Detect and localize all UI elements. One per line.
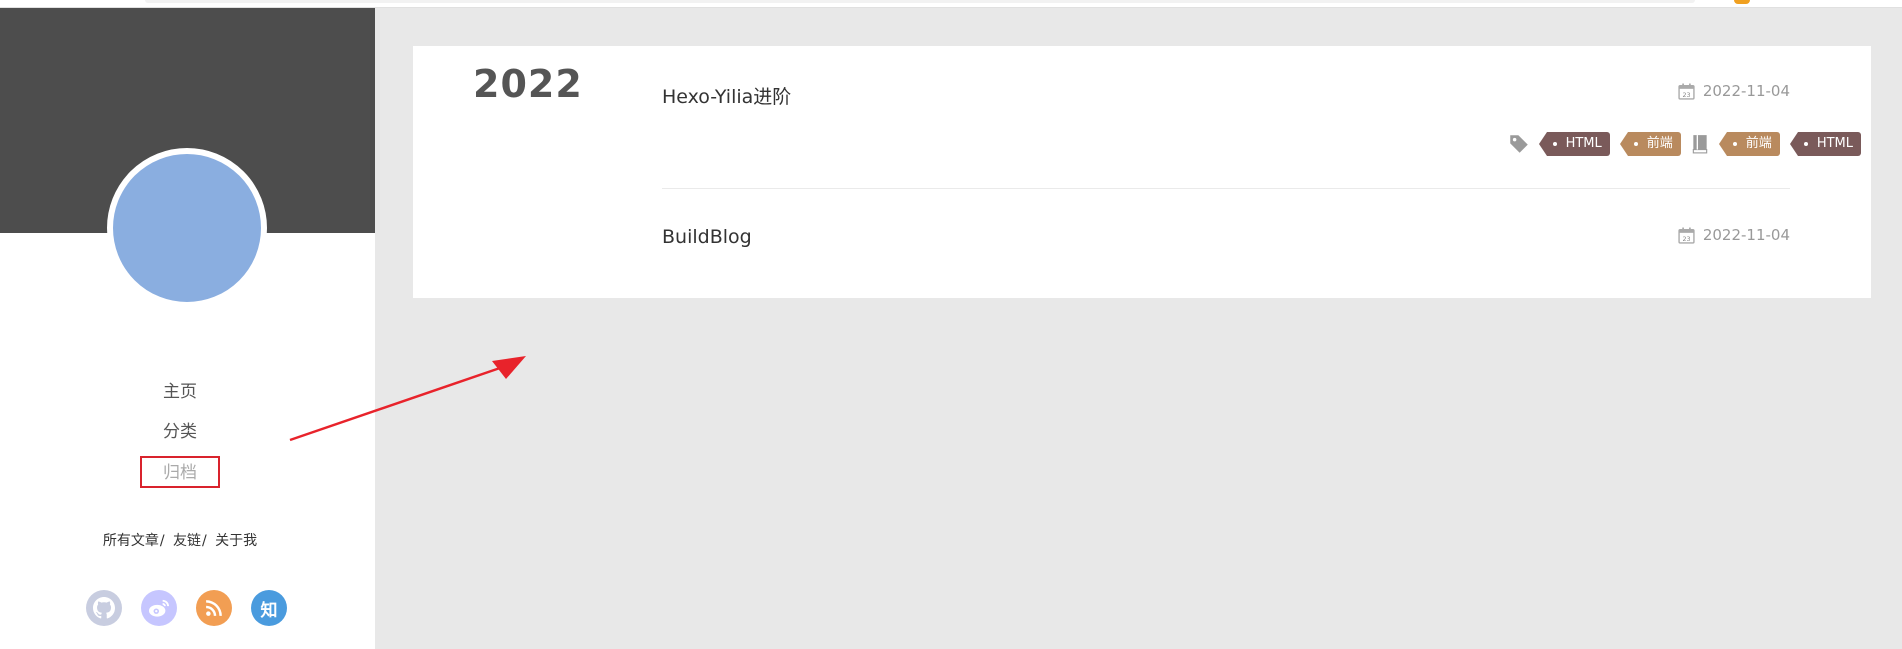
zhihu-icon[interactable]: 知 (251, 590, 287, 626)
post-divider (662, 188, 1790, 189)
nav-item-home[interactable]: 主页 (0, 372, 360, 412)
post-date: 23 2022-11-04 (1678, 226, 1790, 244)
github-icon[interactable] (86, 590, 122, 626)
calendar-icon: 23 (1678, 227, 1695, 244)
archive-panel: 2022 Hexo-Yilia进阶 23 2022-11-04 HTML 前端 … (413, 46, 1871, 298)
browser-top-strip (0, 0, 1902, 8)
rss-icon[interactable] (196, 590, 232, 626)
tag-item[interactable]: 前端 (1619, 132, 1681, 156)
category-item[interactable]: 前端 (1718, 132, 1780, 156)
link-all-articles[interactable]: 所有文章 (103, 533, 159, 549)
calendar-icon: 23 (1678, 83, 1695, 100)
post-tags-row: HTML 前端 前端 HTML (1509, 132, 1861, 156)
post-date: 23 2022-11-04 (1678, 82, 1790, 100)
tag-item[interactable]: HTML (1538, 132, 1610, 156)
link-separator: / (202, 533, 207, 549)
post-date-text: 2022-11-04 (1702, 226, 1790, 244)
svg-text:23: 23 (1682, 90, 1690, 98)
weibo-icon[interactable] (141, 590, 177, 626)
sidebar-links: 所有文章/ 友链/ 关于我 (0, 530, 360, 550)
post-title[interactable]: BuildBlog (662, 226, 752, 248)
main-nav: 主页 分类 归档 (0, 372, 360, 492)
link-separator: / (159, 533, 165, 549)
sidebar: 主页 分类 归档 所有文章/ 友链/ 关于我 知 (0, 8, 375, 649)
nav-item-archive[interactable]: 归档 (0, 452, 360, 492)
link-about-me[interactable]: 关于我 (215, 533, 257, 549)
archive-post: Hexo-Yilia进阶 23 2022-11-04 (662, 82, 1790, 109)
nav-item-archive-label: 归档 (140, 456, 220, 488)
category-item[interactable]: HTML (1789, 132, 1861, 156)
archive-post: BuildBlog 23 2022-11-04 (662, 226, 1790, 248)
svg-text:23: 23 (1682, 234, 1690, 242)
tag-icon (1509, 135, 1528, 153)
nav-item-categories[interactable]: 分类 (0, 412, 360, 452)
book-icon (1692, 135, 1708, 154)
post-title[interactable]: Hexo-Yilia进阶 (662, 86, 791, 108)
post-date-text: 2022-11-04 (1702, 82, 1790, 100)
social-links: 知 (86, 590, 287, 626)
top-corner-indicator (1734, 0, 1750, 4)
archive-year: 2022 (473, 62, 583, 106)
avatar[interactable] (107, 148, 267, 308)
top-bar (145, 0, 1695, 3)
link-friends[interactable]: 友链 (173, 533, 201, 549)
